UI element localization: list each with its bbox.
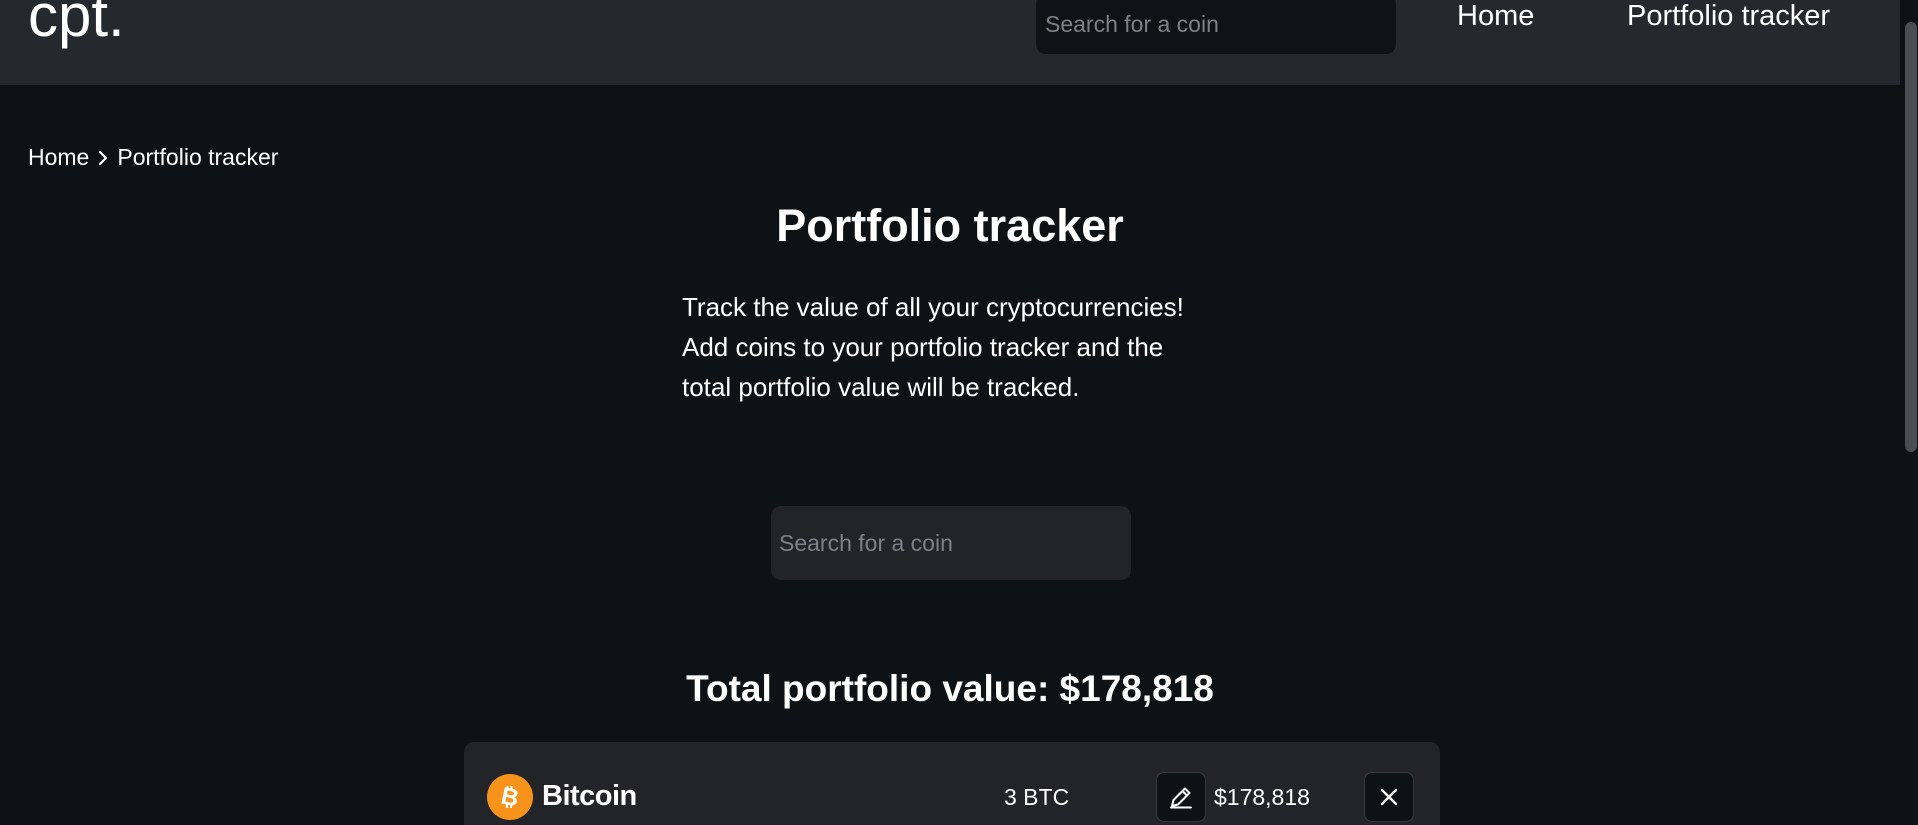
description-line: Add coins to your portfolio tracker and … — [682, 332, 1164, 362]
close-icon — [1380, 788, 1398, 806]
svg-text:B: B — [499, 782, 522, 812]
chevron-right-icon — [89, 146, 117, 170]
page-description: Track the value of all your cryptocurren… — [682, 287, 1242, 407]
scrollbar-thumb[interactable] — [1905, 22, 1917, 452]
logo[interactable]: cpt. — [28, 0, 125, 46]
coin-value: $178,818 — [1214, 784, 1310, 810]
total-portfolio-value: Total portfolio value: $178,818 — [686, 668, 1214, 709]
nav-link-portfolio-tracker[interactable]: Portfolio tracker — [1627, 0, 1830, 32]
header-search-input[interactable] — [1036, 0, 1396, 54]
description-line: Track the value of all your cryptocurren… — [682, 292, 1184, 322]
coin-name: Bitcoin — [542, 780, 637, 812]
description-line: total portfolio value will be tracked. — [682, 372, 1080, 402]
scrollbar[interactable] — [1900, 0, 1918, 825]
remove-coin-button[interactable] — [1364, 772, 1414, 822]
bitcoin-icon: B — [487, 774, 533, 820]
top-navbar: cpt. Home Portfolio tracker — [0, 0, 1900, 85]
nav-link-home[interactable]: Home — [1457, 0, 1534, 32]
coin-amount: 3 BTC — [1004, 784, 1070, 810]
pencil-icon — [1170, 787, 1192, 809]
page-title: Portfolio tracker — [776, 200, 1124, 251]
breadcrumb-portfolio-tracker[interactable]: Portfolio tracker — [117, 144, 278, 171]
edit-amount-button[interactable] — [1156, 772, 1206, 822]
coin-search-input[interactable] — [771, 506, 1131, 580]
portfolio-row: B Bitcoin 3 BTC $178,818 — [464, 742, 1440, 825]
breadcrumb-home[interactable]: Home — [28, 144, 89, 171]
breadcrumb: Home Portfolio tracker — [28, 144, 278, 171]
